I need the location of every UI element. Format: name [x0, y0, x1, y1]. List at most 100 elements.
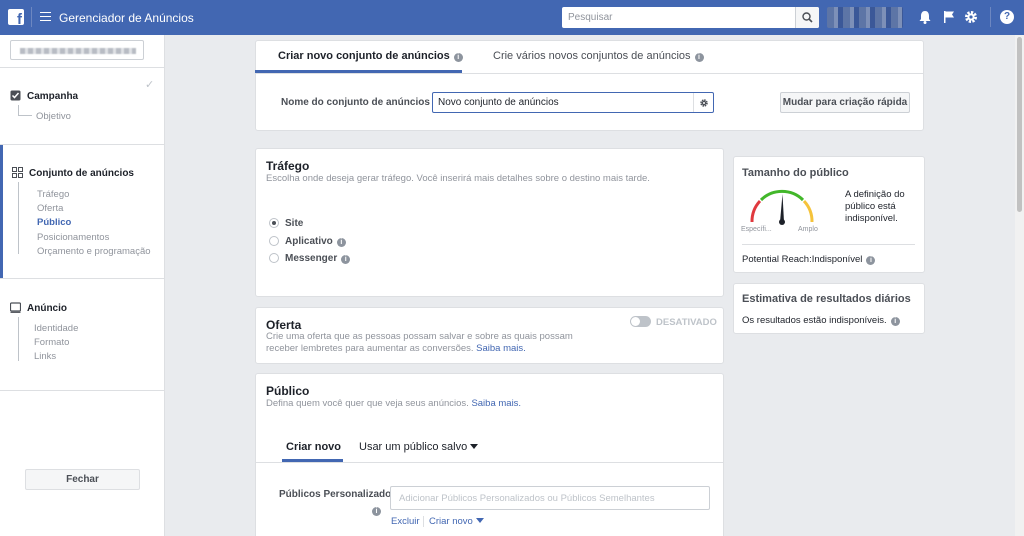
caret-down-icon	[475, 518, 484, 523]
radio-aplicativo[interactable]	[269, 236, 279, 246]
radio-messenger[interactable]	[269, 253, 279, 263]
sidebar-item-formato[interactable]: Formato	[34, 337, 69, 348]
tab-criar-novo-publico[interactable]: Criar novo	[286, 441, 341, 453]
offer-learn-more-link[interactable]: Saiba mais.	[476, 343, 526, 354]
account-switcher[interactable]	[827, 7, 903, 28]
sidebar-item-objetivo[interactable]: Objetivo	[36, 111, 71, 122]
sidebar-item-publico[interactable]: Público	[37, 217, 71, 228]
search-button[interactable]	[795, 7, 819, 28]
caret-down-icon	[470, 444, 479, 449]
sidebar-section-adset[interactable]: Conjunto de anúncios	[12, 167, 134, 179]
offer-toggle[interactable]	[630, 316, 651, 327]
potential-reach: Potential Reach:Indisponível i	[742, 254, 876, 265]
info-icon[interactable]: i	[341, 255, 351, 264]
traffic-title: Tráfego	[266, 159, 310, 173]
adset-name-field-wrapper	[432, 92, 714, 113]
topbar-divider	[31, 7, 32, 27]
daily-results-message: Os resultados estão indisponíveis. i	[742, 315, 900, 326]
tree-line	[18, 182, 32, 254]
traffic-subtitle: Escolha onde deseja gerar tráfego. Você …	[266, 173, 650, 184]
menu-icon[interactable]	[40, 12, 51, 21]
topbar-divider	[990, 7, 991, 27]
sidebar-item-links[interactable]: Links	[34, 351, 56, 362]
audience-learn-more-link[interactable]: Saiba mais.	[471, 398, 521, 409]
name-template-button[interactable]	[693, 93, 713, 112]
tab-usar-publico-salvo[interactable]: Usar um público salvo	[359, 441, 479, 453]
tab-criar-varios-conjuntos[interactable]: Crie vários novos conjuntos de anúncios i	[493, 50, 704, 62]
checkmark-icon: ✓	[145, 79, 155, 91]
info-icon[interactable]: i	[372, 507, 381, 516]
sidebar-section-campaign[interactable]: Campanha	[10, 90, 78, 102]
checkbox-icon	[10, 90, 21, 101]
daily-results-title: Estimativa de resultados diários	[742, 293, 911, 305]
sidebar-divider	[0, 390, 165, 391]
search-box	[562, 7, 819, 28]
ad-icon	[10, 302, 21, 313]
tab-divider	[256, 462, 723, 463]
gear-icon[interactable]	[963, 9, 979, 25]
info-icon[interactable]: i	[694, 53, 704, 62]
custom-audiences-field-wrapper	[390, 486, 710, 510]
radio-label-aplicativo[interactable]: Aplicativo i	[285, 236, 346, 247]
sidebar-section-label: Campanha	[27, 91, 79, 102]
adset-name-label: Nome do conjunto de anúnciosi	[281, 97, 443, 108]
sidebar-section-ad[interactable]: Anúncio	[10, 302, 67, 314]
info-icon[interactable]: i	[890, 317, 900, 326]
offer-subtitle: Crie uma oferta que as pessoas possam sa…	[266, 331, 573, 354]
quick-create-button[interactable]: Mudar para criação rápida	[780, 92, 910, 113]
exclude-link[interactable]: Excluir	[391, 516, 420, 527]
tab-divider	[256, 73, 923, 74]
radio-site[interactable]	[269, 218, 279, 228]
offer-toggle-label: DESATIVADO	[656, 317, 717, 328]
search-icon	[802, 12, 813, 23]
sidebar-section-label: Conjunto de anúncios	[29, 168, 134, 179]
daily-results-card	[733, 283, 925, 334]
adset-grid-icon	[12, 167, 23, 178]
gauge-label-broad: Amplo	[798, 226, 818, 233]
tree-line	[18, 317, 32, 361]
custom-audiences-label: Públicos Personalizados	[279, 489, 397, 500]
close-button[interactable]: Fechar	[25, 469, 140, 490]
sidebar-section-label: Anúncio	[27, 303, 67, 314]
tab-criar-novo-conjunto[interactable]: Criar novo conjunto de anúncios i	[278, 50, 463, 62]
audience-gauge	[750, 189, 814, 225]
help-icon[interactable]: ?	[1000, 10, 1014, 24]
adset-name-input[interactable]	[433, 93, 691, 112]
app-title[interactable]: Gerenciador de Anúncios	[59, 11, 194, 25]
traffic-card	[255, 148, 724, 297]
tree-line	[18, 105, 32, 115]
sidebar-divider	[0, 278, 165, 279]
account-name-redacted	[20, 48, 136, 54]
sidebar-item-oferta[interactable]: Oferta	[37, 203, 63, 214]
search-input[interactable]	[562, 7, 794, 28]
audience-size-message: A definição do público está indisponível…	[845, 189, 905, 224]
bell-icon[interactable]	[917, 9, 933, 25]
flag-icon[interactable]	[941, 9, 957, 25]
offer-title: Oferta	[266, 318, 302, 332]
tree-line	[18, 115, 32, 116]
audience-subtitle: Defina quem você quer que veja seus anún…	[266, 398, 522, 409]
audience-size-title: Tamanho do público	[742, 167, 849, 179]
info-icon[interactable]: i	[453, 53, 463, 62]
radio-label-messenger[interactable]: Messenger i	[285, 253, 351, 264]
custom-audiences-input[interactable]	[391, 487, 709, 509]
radio-label-site[interactable]: Site	[285, 218, 303, 229]
scrollbar-thumb[interactable]	[1017, 37, 1022, 212]
info-icon[interactable]: i	[336, 238, 346, 247]
facebook-logo-icon[interactable]: f	[8, 9, 24, 28]
link-divider	[423, 516, 424, 527]
card-divider	[742, 244, 915, 245]
sidebar-item-orcamento[interactable]: Orçamento e programação	[37, 246, 151, 257]
sidebar-divider	[0, 144, 165, 145]
ad-account-select[interactable]	[10, 40, 144, 60]
create-new-audience-link[interactable]: Criar novo	[429, 516, 484, 527]
active-section-indicator	[0, 145, 3, 278]
sidebar-divider	[0, 67, 165, 68]
sidebar-item-posicionamentos[interactable]: Posicionamentos	[37, 232, 109, 243]
sidebar-item-identidade[interactable]: Identidade	[34, 323, 78, 334]
info-icon[interactable]: i	[866, 256, 876, 265]
sidebar-item-trafego[interactable]: Tráfego	[37, 189, 69, 200]
top-bar: f Gerenciador de Anúncios ?	[0, 0, 1024, 35]
gauge-label-specific: Específi...	[741, 226, 772, 233]
audience-title: Público	[266, 384, 310, 398]
